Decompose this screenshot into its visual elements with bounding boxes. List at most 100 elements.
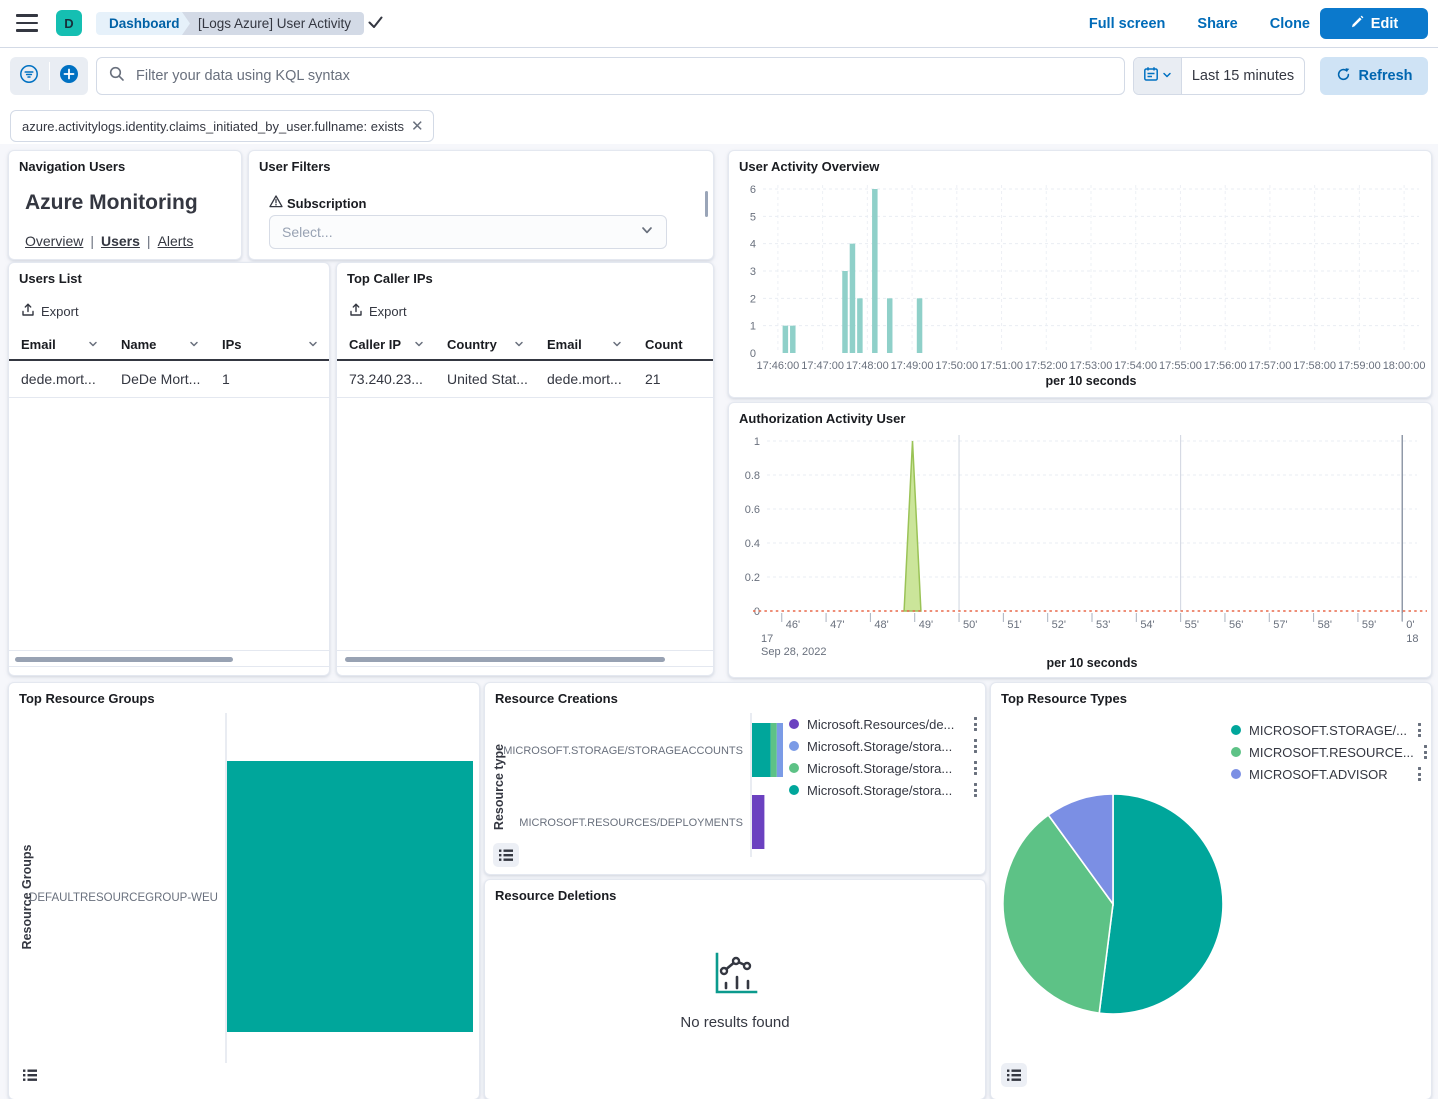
- panel-title: Top Resource Types: [1001, 691, 1127, 706]
- empty-state: No results found: [485, 952, 985, 1031]
- legend-toggle-button[interactable]: [1001, 1063, 1027, 1087]
- legend-options-icon[interactable]: [1416, 721, 1423, 739]
- filter-controls: [10, 57, 88, 95]
- legend-options-icon[interactable]: [972, 759, 979, 777]
- edit-button[interactable]: Edit: [1320, 8, 1428, 39]
- saved-query-menu-button[interactable]: [10, 57, 49, 95]
- legend-dot: [789, 785, 799, 795]
- full-screen-button[interactable]: Full screen: [1089, 16, 1166, 32]
- nav-link-users[interactable]: Users: [101, 233, 140, 249]
- table-row[interactable]: 73.240.23... United Stat... dede.mort...…: [337, 361, 713, 398]
- sort-chevron-icon: [513, 338, 525, 350]
- column-header-ips[interactable]: IPs: [210, 337, 329, 352]
- column-header-count[interactable]: Count: [633, 337, 713, 352]
- chart-legend: MICROSOFT.STORAGE/... MICROSOFT.RESOURCE…: [1231, 719, 1423, 785]
- sort-chevron-icon: [188, 338, 200, 350]
- top-resource-groups-chart[interactable]: DEFAULTRESOURCEGROUP-WEUResource Groups: [13, 711, 475, 1072]
- legend-options-icon[interactable]: [972, 737, 979, 755]
- legend-dot: [1231, 725, 1241, 735]
- legend-item[interactable]: Microsoft.Storage/stora...: [789, 779, 979, 801]
- subscription-select[interactable]: Select...: [269, 215, 667, 249]
- applied-filter-pill[interactable]: azure.activitylogs.identity.claims_initi…: [10, 110, 434, 142]
- pencil-icon: [1350, 15, 1364, 33]
- sort-chevron-icon: [611, 338, 623, 350]
- chevron-down-icon: [1162, 67, 1172, 85]
- legend-options-icon[interactable]: [1422, 743, 1429, 761]
- refresh-button-label: Refresh: [1359, 68, 1413, 84]
- breadcrumb-dashboard[interactable]: Dashboard: [96, 12, 196, 35]
- legend-options-icon[interactable]: [972, 781, 979, 799]
- export-button[interactable]: Export: [349, 303, 407, 320]
- svg-text:6: 6: [750, 184, 756, 196]
- svg-text:MICROSOFT.RESOURCES/DEPLOYMENT: MICROSOFT.RESOURCES/DEPLOYMENTS: [519, 817, 743, 829]
- legend-item[interactable]: Microsoft.Storage/stora...: [789, 735, 979, 757]
- column-header-name[interactable]: Name: [109, 337, 210, 352]
- svg-text:1: 1: [750, 321, 756, 333]
- nav-link-overview[interactable]: Overview: [25, 233, 83, 249]
- column-header-email[interactable]: Email: [9, 337, 109, 352]
- breadcrumb-current-page[interactable]: [Logs Azure] User Activity: [182, 12, 364, 35]
- svg-text:17:53:00: 17:53:00: [1070, 360, 1113, 372]
- refresh-button[interactable]: Refresh: [1320, 57, 1428, 95]
- export-icon: [349, 303, 363, 320]
- cell-email: dede.mort...: [9, 371, 109, 387]
- legend-label: Microsoft.Storage/stora...: [807, 783, 964, 798]
- svg-text:51': 51': [1007, 619, 1021, 631]
- nav-link-alerts[interactable]: Alerts: [158, 233, 194, 249]
- legend-item[interactable]: Microsoft.Storage/stora...: [789, 757, 979, 779]
- remove-filter-icon[interactable]: ✕: [411, 119, 424, 134]
- chevron-down-icon: [640, 223, 654, 242]
- svg-text:17:56:00: 17:56:00: [1204, 360, 1247, 372]
- space-avatar[interactable]: D: [56, 10, 82, 36]
- divider: [337, 650, 713, 651]
- legend-item[interactable]: MICROSOFT.STORAGE/...: [1231, 719, 1423, 741]
- plus-circle-icon: [59, 64, 79, 89]
- menu-icon[interactable]: [16, 14, 38, 32]
- svg-text:0.6: 0.6: [745, 504, 760, 516]
- calendar-menu-button[interactable]: [1134, 58, 1182, 94]
- svg-text:Resource type: Resource type: [492, 744, 506, 830]
- legend-item[interactable]: MICROSOFT.ADVISOR: [1231, 763, 1423, 785]
- chart-legend: Microsoft.Resources/de... Microsoft.Stor…: [789, 713, 979, 801]
- svg-text:53': 53': [1096, 619, 1110, 631]
- legend-toggle-button[interactable]: [493, 843, 519, 867]
- svg-text:17: 17: [761, 633, 773, 645]
- check-icon[interactable]: [368, 15, 383, 34]
- export-button[interactable]: Export: [21, 303, 79, 320]
- table-row[interactable]: dede.mort... DeDe Mort... 1: [9, 361, 329, 398]
- top-header: D Dashboard [Logs Azure] User Activity F…: [0, 0, 1438, 48]
- share-button[interactable]: Share: [1197, 16, 1237, 32]
- user-activity-overview-chart[interactable]: 012345617:46:0017:47:0017:48:0017:49:001…: [733, 179, 1427, 398]
- add-filter-button[interactable]: [50, 57, 89, 95]
- panel-title: User Activity Overview: [739, 159, 879, 174]
- svg-text:55': 55': [1185, 619, 1199, 631]
- horizontal-scrollbar[interactable]: [15, 657, 233, 662]
- top-resource-types-chart[interactable]: [991, 783, 1235, 1032]
- svg-text:17:55:00: 17:55:00: [1159, 360, 1202, 372]
- horizontal-scrollbar[interactable]: [345, 657, 665, 662]
- column-header-email[interactable]: Email: [535, 337, 633, 352]
- authorization-activity-chart[interactable]: 00.20.40.60.8146'47'48'49'50'51'52'53'54…: [733, 431, 1427, 678]
- clone-button[interactable]: Clone: [1270, 16, 1310, 32]
- panel-scrollbar[interactable]: [705, 191, 708, 217]
- legend-item[interactable]: MICROSOFT.RESOURCE...: [1231, 741, 1423, 763]
- column-header-country[interactable]: Country: [435, 337, 535, 352]
- search-input[interactable]: [134, 67, 1112, 85]
- svg-text:56': 56': [1229, 619, 1243, 631]
- column-header-caller-ip[interactable]: Caller IP: [337, 337, 435, 352]
- legend-options-icon[interactable]: [1416, 765, 1423, 783]
- legend-options-icon[interactable]: [972, 715, 979, 733]
- legend-toggle-button[interactable]: [17, 1063, 43, 1087]
- users-table: Email Name IPs dede.mort... DeDe Mort...…: [9, 329, 329, 398]
- legend-label: Microsoft.Storage/stora...: [807, 739, 964, 754]
- time-range-picker[interactable]: Last 15 minutes: [1133, 57, 1305, 95]
- legend-dot: [789, 763, 799, 773]
- svg-text:17:46:00: 17:46:00: [756, 360, 799, 372]
- svg-text:52': 52': [1052, 619, 1066, 631]
- dashboard-app: D Dashboard [Logs Azure] User Activity F…: [0, 0, 1438, 1099]
- panel-users-list: Users List Export Email Name IPs dede.mo…: [8, 262, 330, 676]
- svg-text:0': 0': [1406, 619, 1414, 631]
- legend-item[interactable]: Microsoft.Resources/de...: [789, 713, 979, 735]
- time-range-value[interactable]: Last 15 minutes: [1182, 58, 1304, 94]
- svg-text:per 10 seconds: per 10 seconds: [1045, 374, 1136, 388]
